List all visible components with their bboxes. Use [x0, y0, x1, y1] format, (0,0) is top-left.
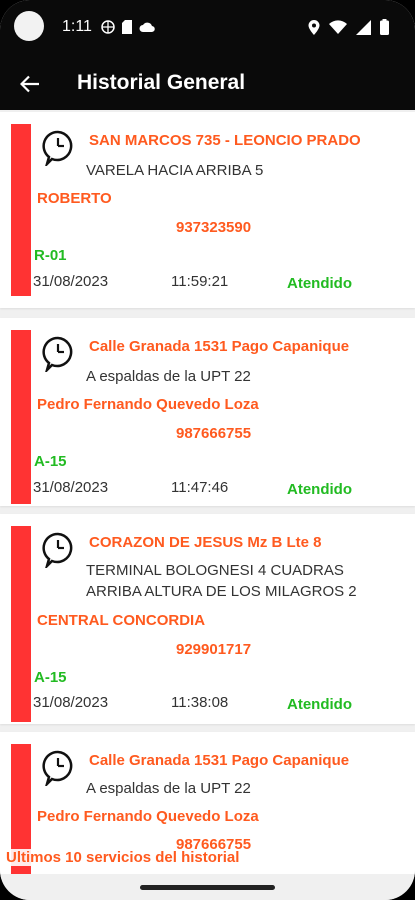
service-address: CORAZON DE JESUS Mz B Lte 8	[89, 534, 322, 551]
service-date: 31/08/2023	[33, 273, 109, 290]
service-history-list[interactable]: SAN MARCOS 735 - LEONCIO PRADO VARELA HA…	[0, 110, 415, 874]
service-phone[interactable]: 929901717	[176, 641, 251, 658]
battery-icon	[380, 19, 389, 35]
service-card[interactable]: Calle Granada 1531 Pago Capanique A espa…	[0, 318, 415, 506]
service-reference: TERMINAL BOLOGNESI 4 CUADRAS ARRIBA ALTU…	[86, 562, 357, 600]
phone-screen: 1:11 Historial General SAN MARCOS 735 - …	[0, 0, 415, 900]
home-handle[interactable]	[140, 885, 275, 890]
arrow-left-icon	[20, 75, 39, 93]
service-date: 31/08/2023	[33, 694, 109, 711]
status-right	[308, 19, 389, 35]
service-phone[interactable]: 987666755	[176, 425, 251, 442]
camera-cutout	[14, 11, 44, 41]
history-footer-label: Ultimos 10 servicios del historial	[6, 849, 240, 866]
status-left: 1:11	[62, 18, 155, 36]
page-title: Historial General	[77, 71, 246, 94]
service-address: Calle Granada 1531 Pago Capanique	[89, 752, 350, 769]
location-icon	[308, 19, 320, 35]
service-status: Atendido	[287, 481, 352, 498]
service-indicator	[11, 526, 31, 722]
service-client: Pedro Fernando Quevedo Loza	[37, 808, 259, 825]
service-phone[interactable]: 937323590	[176, 219, 251, 236]
clock-bubble-icon	[42, 750, 73, 786]
status-bar: 1:11	[0, 0, 415, 58]
service-unit: A-15	[34, 669, 67, 686]
service-client: CENTRAL CONCORDIA	[37, 612, 206, 629]
service-unit: R-01	[34, 247, 67, 264]
service-address: Calle Granada 1531 Pago Capanique	[89, 338, 350, 355]
service-reference: VARELA HACIA ARRIBA 5	[86, 162, 264, 179]
service-reference: A espaldas de la UPT 22	[86, 368, 251, 385]
service-indicator	[11, 330, 31, 504]
service-date: 31/08/2023	[33, 479, 109, 496]
globe-icon	[101, 20, 115, 34]
service-unit: A-15	[34, 453, 67, 470]
service-time: 11:47:46	[171, 479, 229, 496]
signal-icon	[356, 19, 371, 35]
cloud-icon	[139, 22, 155, 33]
service-card[interactable]: CORAZON DE JESUS Mz B Lte 8 TERMINAL BOL…	[0, 514, 415, 724]
service-reference: A espaldas de la UPT 22	[86, 780, 251, 797]
sim-card-icon	[121, 20, 132, 34]
clock-bubble-icon	[42, 336, 73, 372]
clock-bubble-icon	[42, 532, 73, 568]
service-client: Pedro Fernando Quevedo Loza	[37, 396, 259, 413]
service-indicator	[11, 124, 31, 296]
service-card[interactable]: SAN MARCOS 735 - LEONCIO PRADO VARELA HA…	[0, 112, 415, 308]
service-client: ROBERTO	[37, 190, 112, 207]
service-time: 11:38:08	[171, 694, 229, 711]
gesture-nav-area	[0, 874, 415, 900]
service-status: Atendido	[287, 696, 352, 713]
service-status: Atendido	[287, 275, 352, 292]
back-button[interactable]	[14, 68, 46, 100]
wifi-icon	[329, 20, 347, 34]
clock-bubble-icon	[42, 130, 73, 166]
status-time: 1:11	[62, 18, 92, 35]
service-time: 11:59:21	[171, 273, 229, 290]
service-address: SAN MARCOS 735 - LEONCIO PRADO	[89, 132, 361, 149]
app-bar: Historial General	[0, 58, 415, 110]
